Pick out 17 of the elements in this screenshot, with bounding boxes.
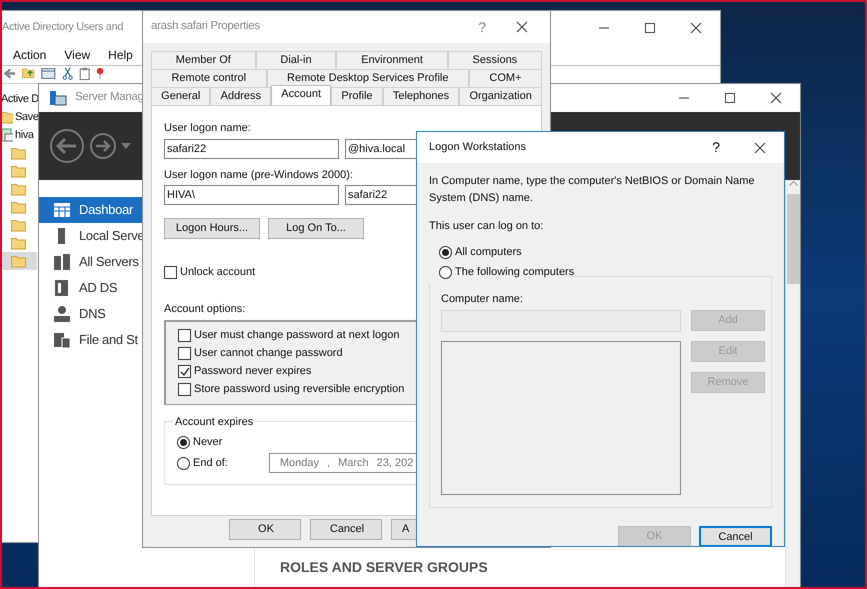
radio-label: End of:: [193, 456, 228, 471]
radio-label: Never: [193, 434, 222, 450]
radio-label: All computers: [455, 245, 522, 260]
field-label: Computer name:: [441, 292, 523, 306]
checkbox-label: Store password using reversible encryption: [194, 382, 404, 398]
field-label: User logon name:: [164, 121, 251, 136]
checkbox-label: User cannot change password: [194, 346, 343, 362]
field-label: Account options:: [164, 302, 246, 317]
checkbox-label: Unlock account: [180, 264, 256, 280]
window-title: arash safari Properties: [151, 19, 260, 34]
field-label: This user can log on to:: [429, 219, 544, 234]
radio-label: The following computers: [455, 265, 574, 280]
section-heading: ROLES AND SERVER GROUPS: [280, 558, 489, 577]
window-title: Active Directory Users and: [2, 20, 124, 36]
field-label: User logon name (pre-Windows 2000):: [164, 168, 353, 182]
checkbox-label: Password never expires: [194, 364, 312, 380]
checkbox-label: User must change password at next logon: [194, 328, 400, 344]
